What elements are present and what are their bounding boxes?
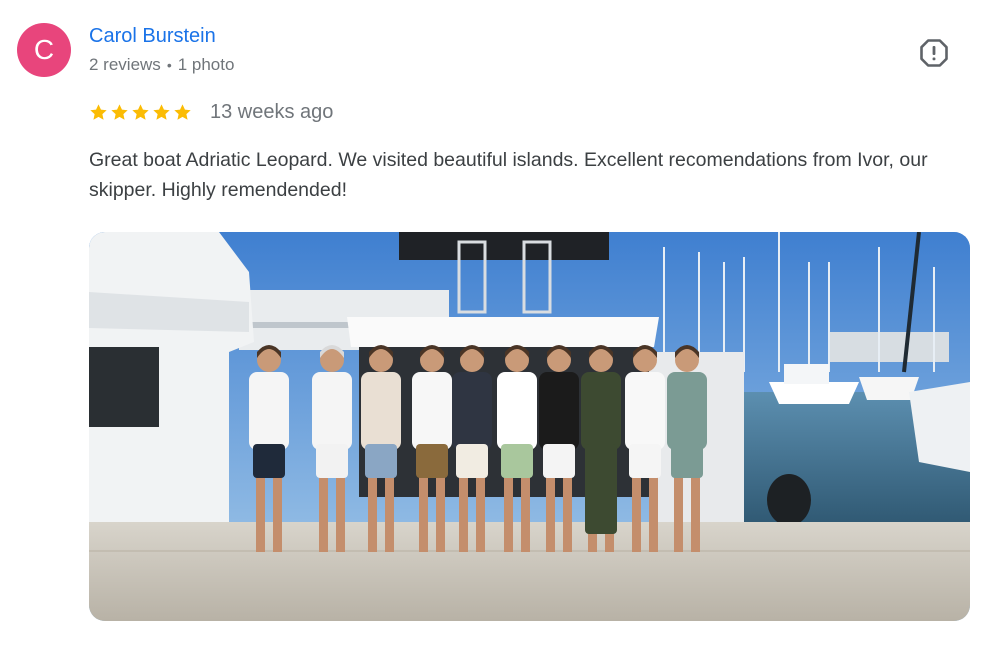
review-photo[interactable]: [89, 232, 970, 621]
reviewer-avatar[interactable]: C: [17, 23, 71, 77]
meta-separator: •: [166, 57, 172, 73]
star-rating: [89, 103, 192, 122]
boat-group-photo: [89, 232, 970, 621]
star-icon: [90, 104, 107, 120]
photos-count: 1 photo: [177, 55, 235, 74]
reviewer-meta: 2 reviews • 1 photo: [89, 55, 234, 75]
star-icon: [153, 104, 170, 120]
reviews-count: 2 reviews: [89, 55, 161, 74]
star-icon: [132, 104, 149, 120]
review-time: 13 weeks ago: [210, 101, 334, 123]
star-icon: [111, 104, 128, 120]
person-figure: [581, 345, 621, 552]
report-review-button[interactable]: [919, 38, 949, 68]
review-text: Great boat Adriatic Leopard. We visited …: [89, 149, 928, 201]
star-icon: [174, 104, 191, 120]
reviewer-name[interactable]: Carol Burstein: [89, 25, 216, 48]
report-flag-icon: [920, 39, 948, 67]
rating-row: 13 weeks ago: [89, 101, 333, 124]
